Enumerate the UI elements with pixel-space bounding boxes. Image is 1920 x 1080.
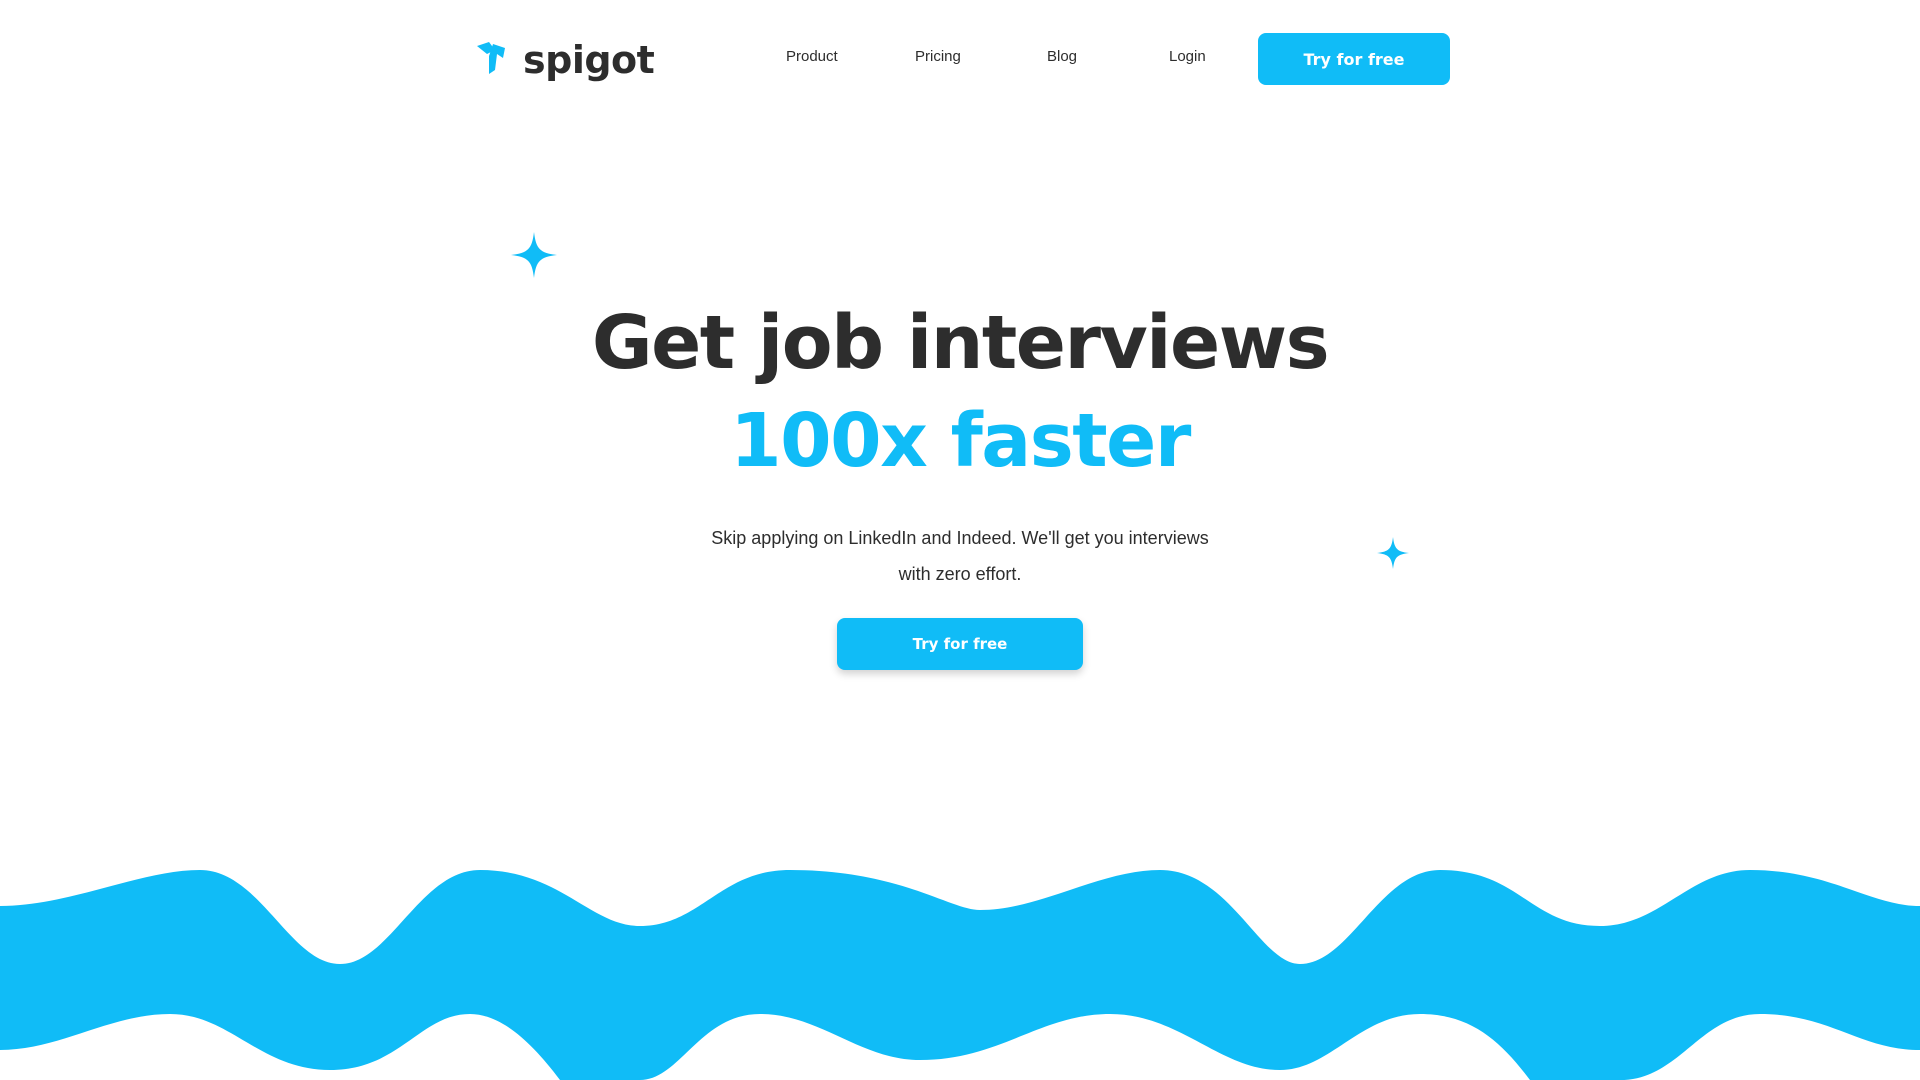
sparkle-icon bbox=[1377, 537, 1409, 569]
header-try-free-button[interactable]: Try for free bbox=[1258, 33, 1450, 85]
nav-blog[interactable]: Blog bbox=[1047, 48, 1077, 65]
nav-product[interactable]: Product bbox=[786, 48, 838, 65]
nav-pricing[interactable]: Pricing bbox=[915, 48, 961, 65]
hero-title: Get job interviews bbox=[591, 300, 1330, 386]
landing-page: spigot Product Pricing Blog Login Try fo… bbox=[0, 0, 1920, 1080]
hero-try-free-button[interactable]: Try for free bbox=[837, 618, 1083, 670]
logo-link[interactable]: spigot bbox=[475, 38, 655, 82]
nav-login[interactable]: Login bbox=[1169, 48, 1206, 65]
hero-accent: 100x faster bbox=[730, 398, 1191, 484]
wave-decoration bbox=[0, 870, 1920, 1080]
brand-name: spigot bbox=[523, 38, 655, 82]
spigot-faucet-icon bbox=[477, 42, 505, 74]
sparkle-icon bbox=[511, 232, 557, 278]
hero-subtitle: Skip applying on LinkedIn and Indeed. We… bbox=[711, 528, 1209, 584]
